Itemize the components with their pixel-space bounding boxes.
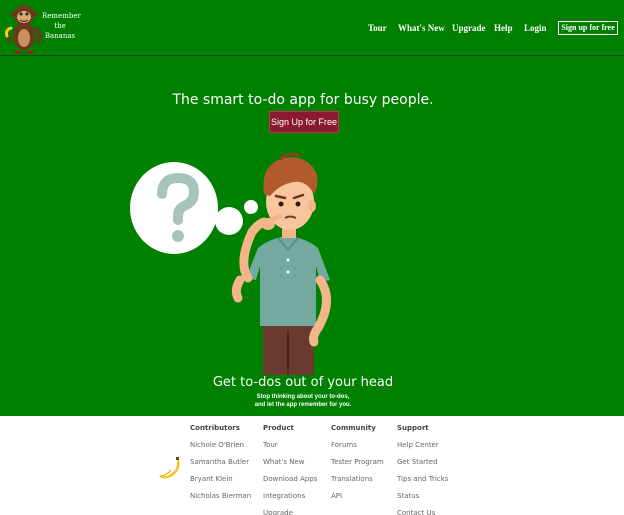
footer-link[interactable]: Status	[397, 489, 448, 506]
top-navigation: Remember the Bananas Tour What's New Upg…	[0, 0, 624, 56]
footer-link[interactable]: Tester Program	[331, 455, 384, 472]
nav-login[interactable]: Login	[524, 22, 547, 36]
nav-upgrade[interactable]: Upgrade	[452, 22, 486, 36]
footer-link-list: Forums Tester Program Translations API	[331, 438, 384, 506]
footer-link[interactable]: Tour	[263, 438, 317, 455]
footer-link-list: Nichole O'Brien Samantha Butler Bryant K…	[190, 438, 251, 506]
brand-name-line: Bananas	[44, 32, 76, 40]
brand-name-line: the	[54, 22, 66, 30]
hero-headline: The smart to-do app for busy people.	[172, 92, 434, 108]
site-footer: Contributors Nichole O'Brien Samantha Bu…	[0, 416, 624, 515]
footer-link[interactable]: Samantha Butler	[190, 455, 251, 472]
brand-logo[interactable]: Remember the Bananas	[2, 0, 86, 56]
footer-link[interactable]: Download Apps	[263, 472, 317, 489]
signup-free-button[interactable]: Sign Up for Free	[269, 111, 339, 133]
footer-column-title: Community	[331, 424, 376, 432]
footer-link[interactable]: What's New	[263, 455, 317, 472]
nav-signup-button[interactable]: Sign up for free	[558, 21, 618, 35]
footer-column-title: Contributors	[190, 424, 240, 432]
footer-link[interactable]: Help Center	[397, 438, 448, 455]
nav-help[interactable]: Help	[494, 22, 513, 36]
footer-link[interactable]: Upgrade	[263, 506, 317, 515]
hero-subline-line: and let the app remember for you.	[254, 402, 352, 408]
hero-subline: Stop thinking about your to-dos, and let…	[0, 393, 606, 409]
footer-link[interactable]: Tips and Tricks	[397, 472, 448, 489]
footer-link[interactable]: Integrations	[263, 489, 317, 506]
footer-link[interactable]: Forums	[331, 438, 384, 455]
footer-link[interactable]: Nichole O'Brien	[190, 438, 251, 455]
footer-link-list: Tour What's New Download Apps Integratio…	[263, 438, 317, 515]
footer-link[interactable]: Bryant Klein	[190, 472, 251, 489]
hero-tagline: Get to-dos out of your head	[212, 375, 394, 390]
footer-link[interactable]: Contact Us	[397, 506, 448, 515]
monkey-logo-icon	[5, 5, 42, 54]
footer-column-title: Support	[397, 424, 429, 432]
brand-name: Remember the Bananas	[42, 11, 81, 41]
footer-link[interactable]: API	[331, 489, 384, 506]
footer-column-community: Community Forums Tester Program Translat…	[331, 422, 384, 506]
footer-column-contributors: Contributors Nichole O'Brien Samantha Bu…	[190, 422, 251, 506]
nav-tour[interactable]: Tour	[368, 22, 387, 36]
thinking-man-icon	[130, 152, 331, 375]
question-mark-icon	[130, 162, 258, 254]
hero-subline-line: Stop thinking about your to-dos,	[256, 394, 350, 400]
hero-section: Remember the Bananas Tour What's New Upg…	[0, 0, 624, 416]
footer-column-product: Product Tour What's New Download Apps In…	[263, 422, 317, 515]
footer-link[interactable]: Translations	[331, 472, 384, 489]
banana-icon	[159, 457, 180, 479]
footer-column-support: Support Help Center Get Started Tips and…	[397, 422, 448, 515]
footer-link-list: Help Center Get Started Tips and Tricks …	[397, 438, 448, 515]
brand-name-line: Remember	[42, 12, 81, 20]
footer-column-title: Product	[263, 424, 294, 432]
nav-whats-new[interactable]: What's New	[398, 22, 445, 36]
footer-link[interactable]: Get Started	[397, 455, 448, 472]
footer-link[interactable]: Nicholas Bierman	[190, 489, 251, 506]
